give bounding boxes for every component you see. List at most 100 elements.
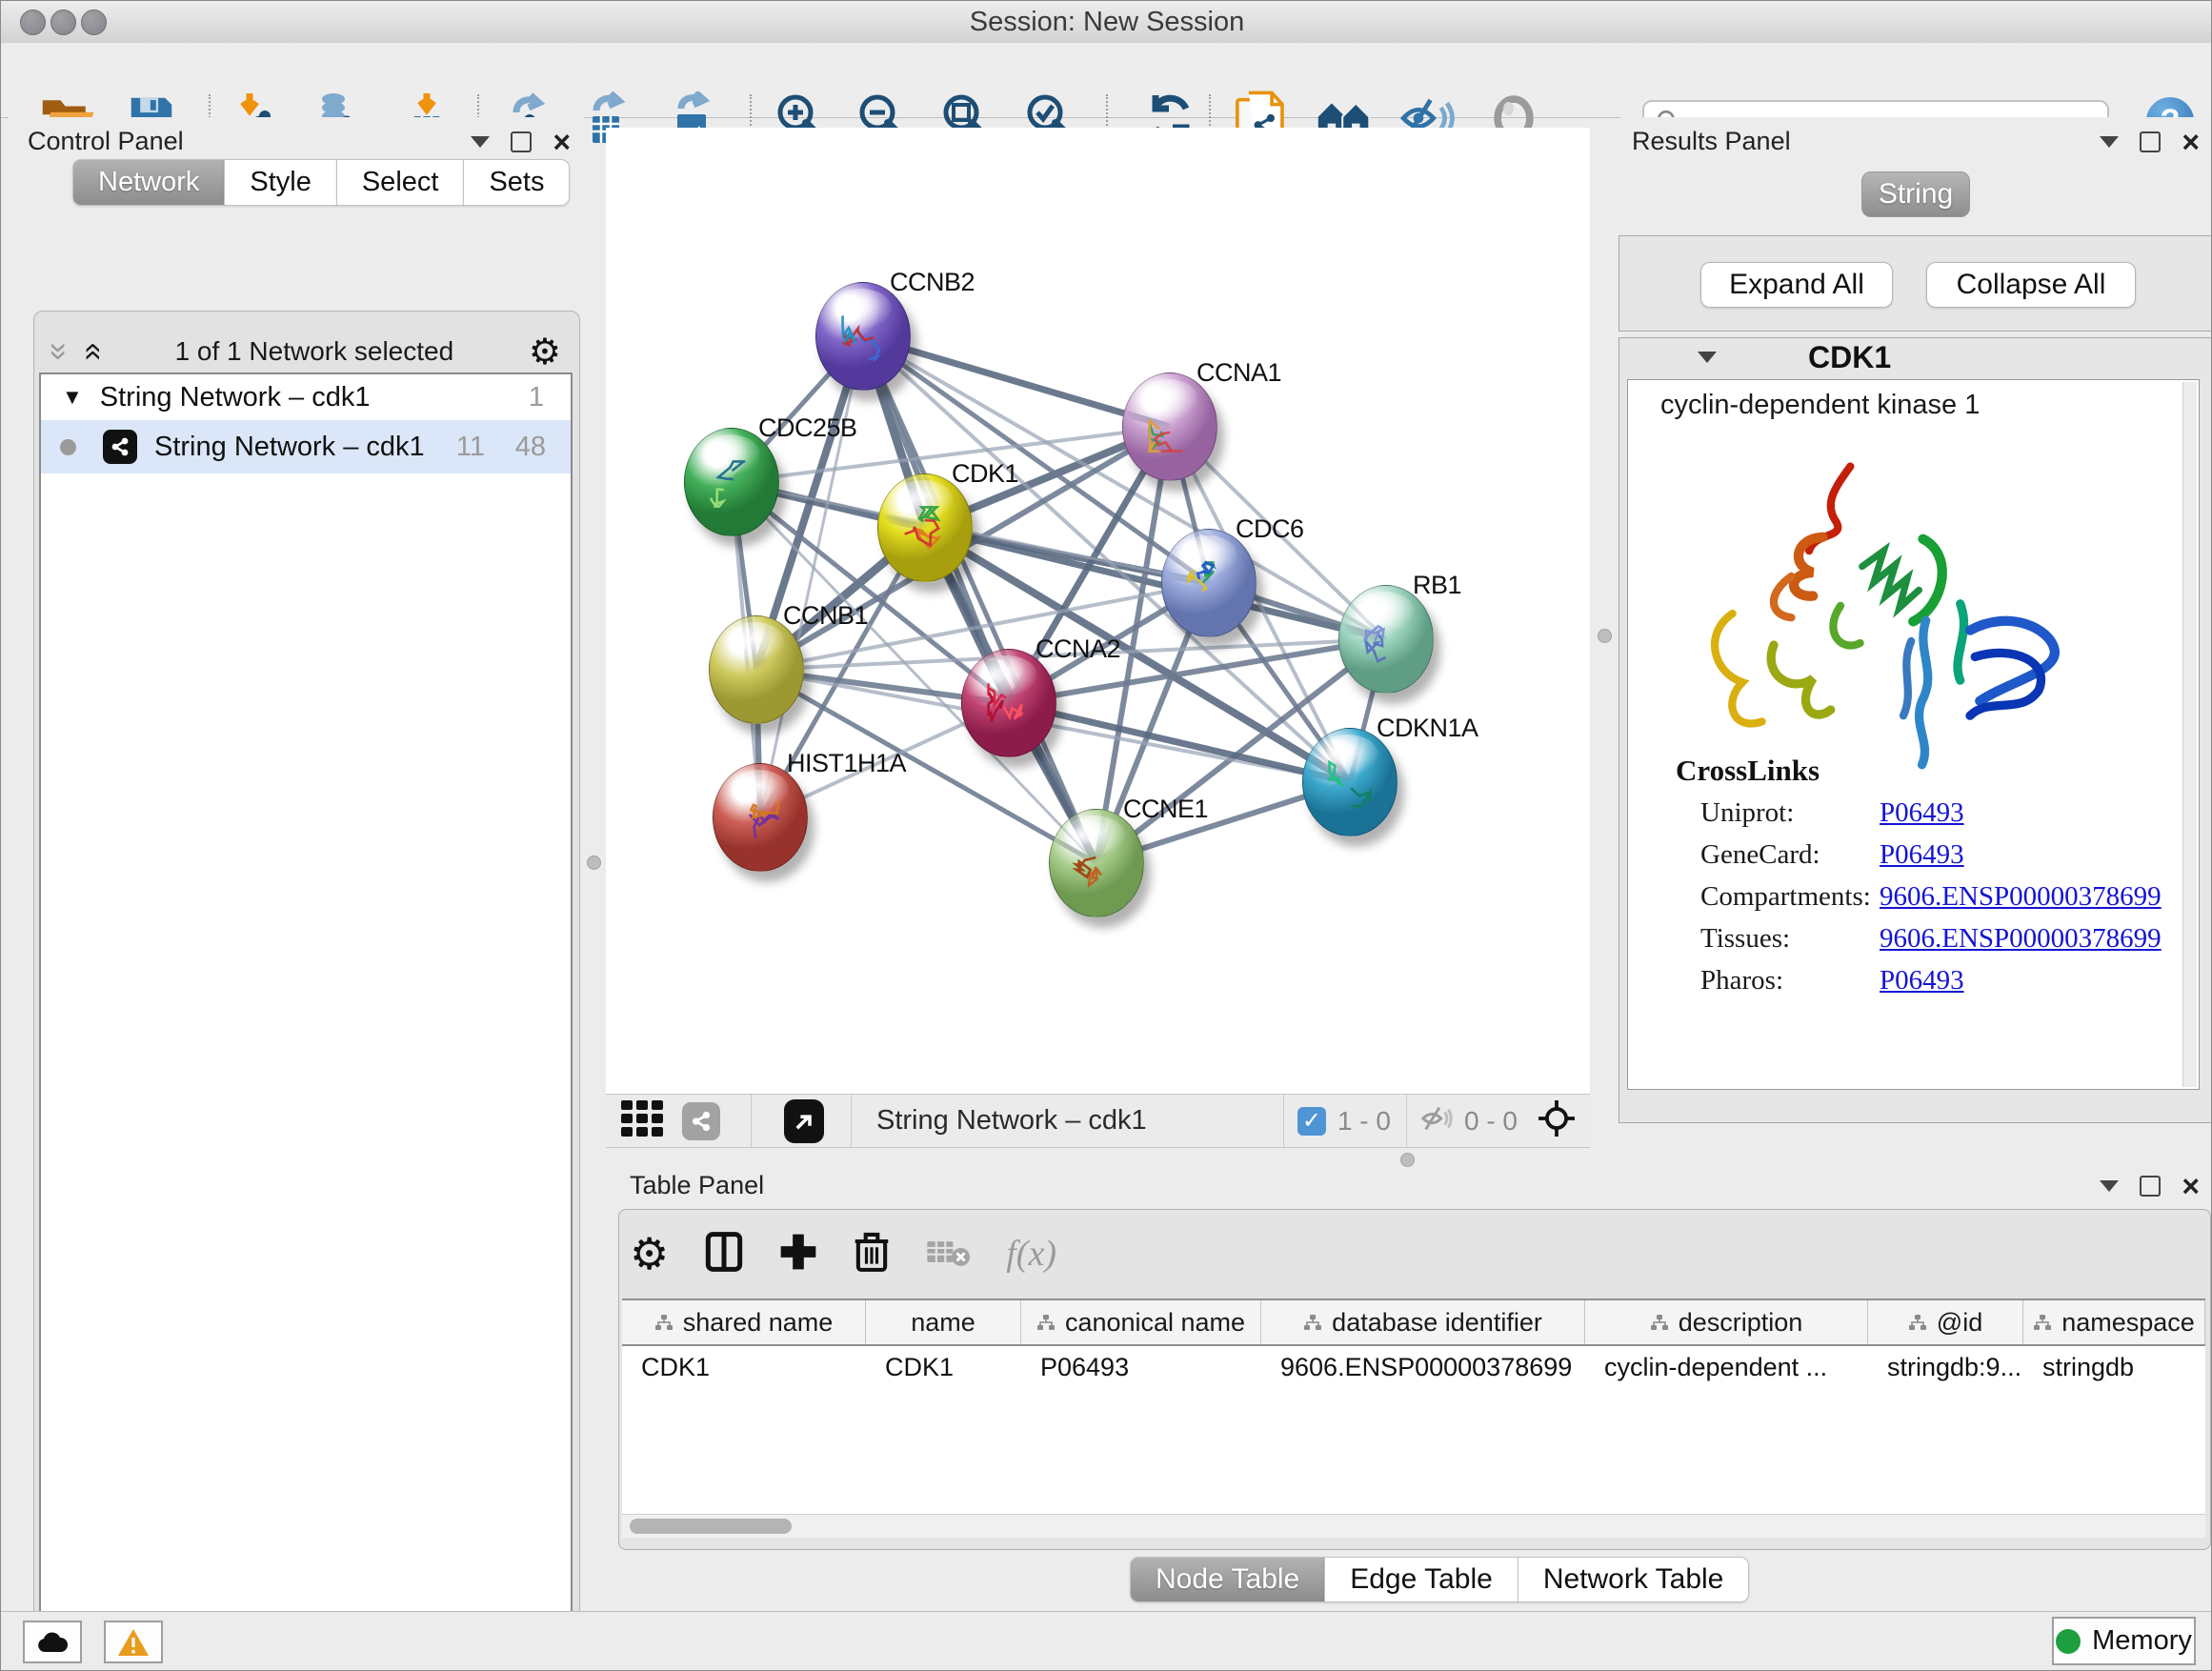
- node-CDC6[interactable]: [1161, 529, 1257, 637]
- network-row-selected[interactable]: String Network – cdk1 11 48: [41, 420, 571, 473]
- network-collection-row[interactable]: ▼ String Network – cdk1 1: [41, 374, 571, 420]
- column-header-shared-name[interactable]: shared name: [622, 1300, 866, 1344]
- protein-collapse-icon[interactable]: [1698, 352, 1717, 363]
- hidden-eye-icon[interactable]: [1420, 1105, 1455, 1137]
- network-options-gear-icon[interactable]: ⚙: [529, 331, 561, 372]
- crosslink-row: Tissues: 9606.ENSP00000378699: [1628, 923, 2162, 965]
- column-header-database-identifier[interactable]: database identifier: [1261, 1300, 1585, 1344]
- tab-node-table[interactable]: Node Table: [1130, 1557, 1325, 1602]
- table-cell[interactable]: cyclin-dependent ...: [1585, 1346, 1868, 1389]
- tab-edge-table[interactable]: Edge Table: [1324, 1557, 1518, 1602]
- table-options-gear-icon[interactable]: ⚙: [630, 1228, 669, 1279]
- bottom-splitter-handle[interactable]: [1400, 1153, 1415, 1167]
- string-network-icon: [103, 430, 137, 464]
- network-canvas[interactable]: CCNB2CCNA1CDC25BCDK1CDC6RB1CCNB1CCNA2CDK…: [606, 128, 1590, 1094]
- expand-all-networks-icon[interactable]: »: [50, 343, 69, 361]
- node-CCNE1[interactable]: [1049, 809, 1144, 917]
- scrollbar-thumb[interactable]: [630, 1519, 792, 1534]
- add-column-icon[interactable]: [779, 1233, 817, 1276]
- results-button-bar: Expand All Collapse All: [1619, 235, 2212, 332]
- show-columns-icon[interactable]: [705, 1231, 743, 1278]
- node-CDC25B[interactable]: [684, 428, 779, 536]
- column-header-description[interactable]: description: [1585, 1300, 1868, 1344]
- control-panel-menu-icon[interactable]: [471, 136, 490, 148]
- table-cell[interactable]: stringdb: [2023, 1346, 2205, 1389]
- node-label-CCNB2: CCNB2: [890, 268, 975, 297]
- crosslink-link[interactable]: 9606.ENSP00000378699: [1880, 881, 2162, 913]
- node-HIST1H1A[interactable]: [713, 763, 808, 872]
- memory-button[interactable]: Memory: [2052, 1617, 2196, 1665]
- detach-view-icon[interactable]: [784, 1099, 824, 1143]
- crosslinks-list: Uniprot:P06493GeneCard:P06493Compartment…: [1628, 797, 2162, 1007]
- network-list-header: » » 1 of 1 Network selected ⚙: [33, 331, 578, 372]
- control-panel-float-icon[interactable]: [511, 131, 532, 152]
- table-cell[interactable]: CDK1: [866, 1346, 1021, 1389]
- crosslink-link[interactable]: 9606.ENSP00000378699: [1880, 923, 2162, 955]
- node-CDK1[interactable]: [877, 473, 973, 582]
- node-label-HIST1H1A: HIST1H1A: [787, 749, 906, 778]
- column-header-namespace[interactable]: namespace: [2023, 1300, 2205, 1344]
- node-CCNB2[interactable]: [815, 282, 911, 391]
- crosslink-row: Pharos:P06493: [1628, 965, 2162, 1007]
- node-label-CDKN1A: CDKN1A: [1377, 714, 1478, 743]
- table-panel-float-icon[interactable]: [2140, 1176, 2161, 1197]
- tab-network-table[interactable]: Network Table: [1518, 1557, 1750, 1602]
- right-splitter-handle[interactable]: [1598, 629, 1612, 643]
- table-cell[interactable]: P06493: [1021, 1346, 1261, 1389]
- node-CCNA1[interactable]: [1122, 372, 1217, 481]
- table-cell[interactable]: stringdb:9...: [1868, 1346, 2023, 1389]
- main-toolbar: ?: [1, 43, 2212, 118]
- crosslink-label: Tissues:: [1700, 923, 1790, 955]
- table-cell[interactable]: CDK1: [622, 1346, 866, 1389]
- crosslink-link[interactable]: P06493: [1880, 839, 1964, 871]
- function-builder-icon: f(x): [1006, 1233, 1056, 1275]
- tab-style[interactable]: Style: [224, 159, 336, 206]
- collapse-all-networks-icon[interactable]: »: [81, 343, 100, 361]
- grid-view-icon[interactable]: [621, 1100, 665, 1141]
- crosslink-link[interactable]: P06493: [1880, 965, 1964, 997]
- tab-select[interactable]: Select: [336, 159, 465, 206]
- table-row[interactable]: CDK1CDK1P064939606.ENSP00000378699cyclin…: [622, 1346, 2205, 1389]
- crosshair-icon[interactable]: [1538, 1100, 1575, 1141]
- edge-CCNA2-CDKN1A[interactable]: [1009, 703, 1350, 782]
- table-panel-close-icon[interactable]: ×: [2182, 1177, 2200, 1196]
- expand-all-button[interactable]: Expand All: [1700, 262, 1893, 308]
- column-header-canonical-name[interactable]: canonical name: [1021, 1300, 1261, 1344]
- tab-sets[interactable]: Sets: [463, 159, 570, 206]
- delete-column-icon[interactable]: [854, 1231, 890, 1278]
- results-panel-close-icon[interactable]: ×: [2182, 132, 2200, 151]
- node-CCNB1[interactable]: [709, 615, 804, 724]
- node-label-CCNB1: CCNB1: [783, 601, 868, 631]
- left-splitter-handle[interactable]: [587, 856, 601, 870]
- collection-expand-icon[interactable]: ▼: [62, 385, 83, 410]
- selected-checkbox[interactable]: ✓: [1297, 1107, 1326, 1136]
- node-RB1[interactable]: [1338, 585, 1434, 694]
- collapse-all-button[interactable]: Collapse All: [1926, 262, 2136, 308]
- column-header--id[interactable]: @id: [1868, 1300, 2023, 1344]
- cloud-icon: [35, 1631, 70, 1654]
- network-tree: ▼ String Network – cdk1 1 String Network…: [39, 372, 573, 1671]
- cloud-button[interactable]: [23, 1621, 82, 1663]
- node-CDKN1A[interactable]: [1302, 728, 1398, 836]
- tab-string[interactable]: String: [1861, 171, 1970, 217]
- selected-count: 1 - 0: [1337, 1106, 1391, 1137]
- string-view-icon[interactable]: [682, 1102, 720, 1140]
- node-label-CCNA1: CCNA1: [1196, 358, 1281, 388]
- edge-CCNB2-CCNE1[interactable]: [863, 336, 1096, 863]
- control-panel-close-icon[interactable]: ×: [553, 132, 571, 151]
- network-view-toolbar: String Network – cdk1 ✓ 1 - 0 0 - 0: [606, 1094, 1590, 1148]
- node-label-CDC25B: CDC25B: [758, 413, 857, 443]
- results-scrollbar[interactable]: [2182, 382, 2197, 1087]
- column-header-name[interactable]: name: [866, 1300, 1021, 1344]
- protein-detail-card: cyclin-dependent kinase 1: [1627, 379, 2200, 1090]
- results-panel-float-icon[interactable]: [2140, 131, 2161, 152]
- crosslink-link[interactable]: P06493: [1880, 797, 1964, 829]
- warnings-button[interactable]: [104, 1621, 163, 1663]
- table-horizontal-scrollbar[interactable]: [622, 1514, 2205, 1538]
- protein-section: CDK1 cyclin-dependent kinase 1: [1619, 337, 2212, 1123]
- table-cell[interactable]: 9606.ENSP00000378699: [1261, 1346, 1585, 1389]
- table-panel-menu-icon[interactable]: [2100, 1180, 2119, 1192]
- tab-network[interactable]: Network: [72, 159, 225, 206]
- node-CCNA2[interactable]: [961, 649, 1056, 757]
- results-panel-menu-icon[interactable]: [2100, 136, 2119, 148]
